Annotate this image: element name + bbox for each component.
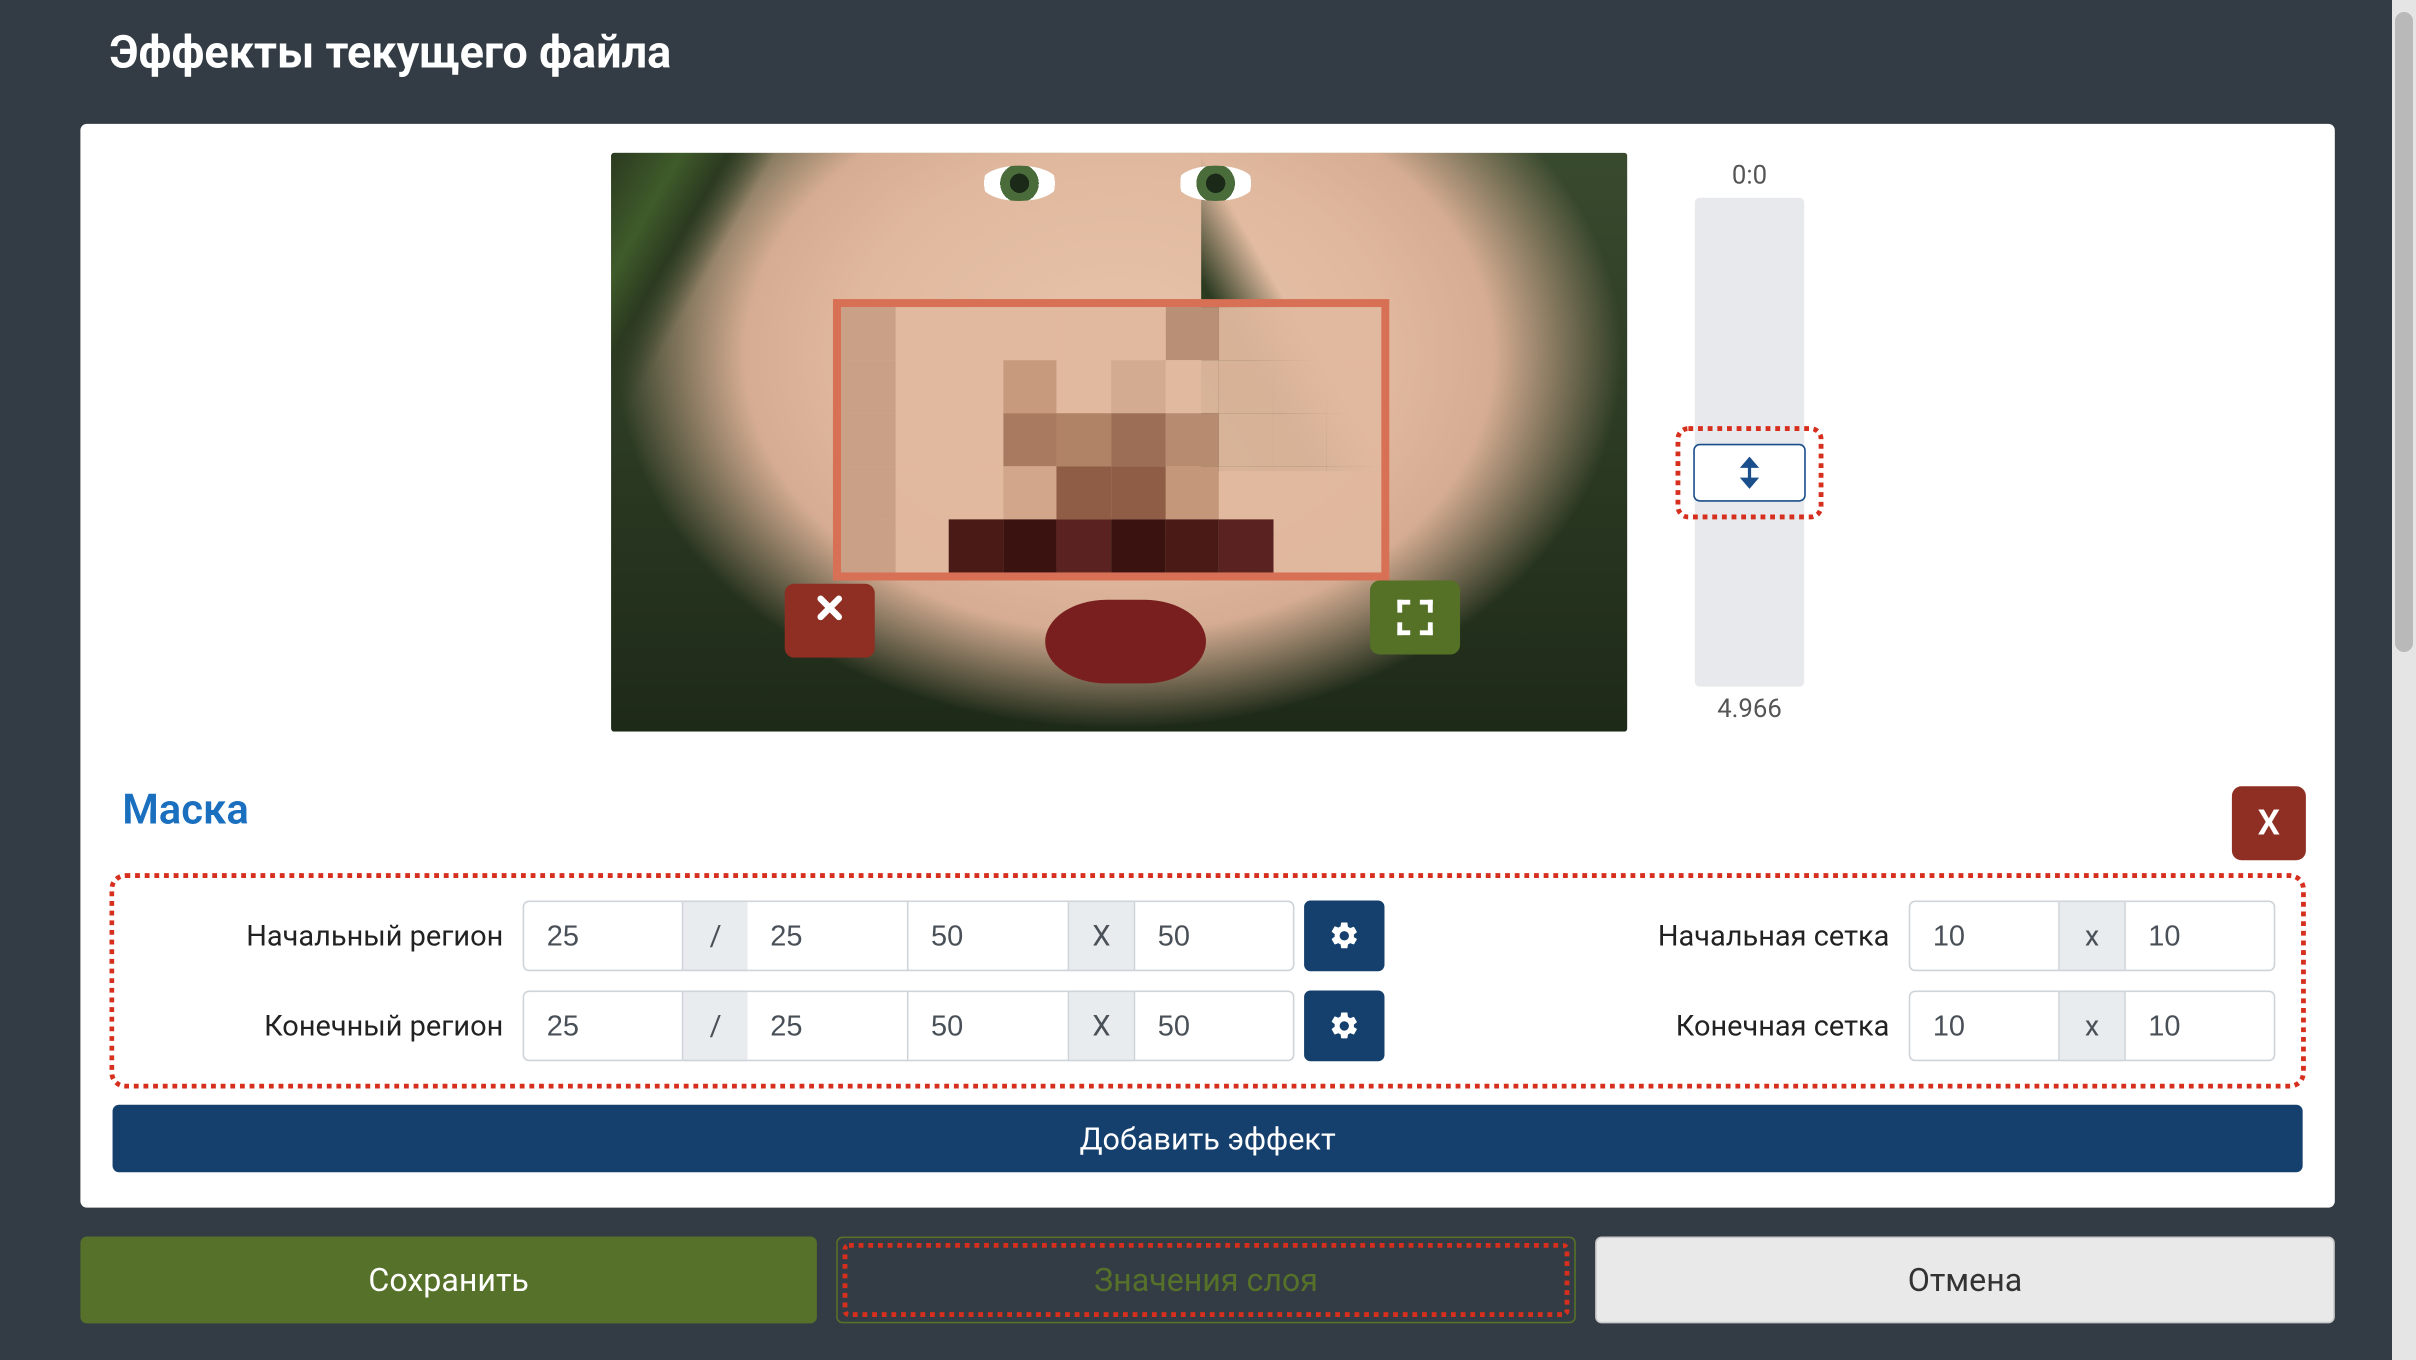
arrows-vertical-icon [1740,457,1759,489]
separator-x-lower: x [2060,900,2124,971]
start-region-x-input[interactable] [523,900,684,971]
page-title: Эффекты текущего файла [0,0,2415,79]
start-region-label: Начальный регион [140,919,523,953]
start-region-settings-button[interactable] [1304,900,1384,971]
end-region-x-input[interactable] [523,991,684,1062]
end-region-label: Конечный регион [140,1009,523,1043]
gear-icon [1328,1010,1360,1042]
expand-selection-button[interactable] [1370,580,1460,654]
effects-panel: 0:0 4.966 Маска X Начальный регион [80,124,2334,1208]
start-region-row: Начальный регион / X [140,900,1385,971]
cancel-button[interactable]: Отмена [1595,1237,2335,1324]
footer-buttons: Сохранить Значения слоя Отмена [80,1237,2334,1324]
end-region-h-input[interactable] [1134,991,1295,1062]
start-region-y-input[interactable] [748,900,909,971]
end-region-row: Конечный регион / X [140,991,1385,1062]
separator-slash: / [683,991,747,1062]
mask-section-title: Маска [109,786,248,834]
start-grid-rows-input[interactable] [2124,900,2275,971]
face-eye-left [981,166,1058,201]
slider-bottom-label: 4.966 [1717,687,1782,732]
separator-x: X [1069,900,1133,971]
vertical-scrollbar[interactable] [2392,0,2416,1360]
end-region-settings-button[interactable] [1304,991,1384,1062]
slider-top-label: 0:0 [1732,153,1767,198]
end-grid-rows-input[interactable] [2124,991,2275,1062]
end-grid-label: Конечная сетка [1536,1009,1909,1043]
separator-slash: / [683,900,747,971]
end-grid-row: Конечная сетка x [1449,991,2276,1062]
end-region-w-input[interactable] [909,991,1070,1062]
separator-x-lower: x [2060,991,2124,1062]
layer-values-button[interactable]: Значения слоя [836,1237,1576,1324]
preview-area [611,153,1627,732]
time-slider-track[interactable] [1695,198,1804,687]
scrollbar-thumb[interactable] [2395,12,2413,652]
close-icon [814,605,846,637]
mask-form-area: Начальный регион / X Начальная сетка [109,873,2306,1088]
add-effect-button[interactable]: Добавить эффект [113,1105,2303,1173]
end-region-y-input[interactable] [748,991,909,1062]
start-region-w-input[interactable] [909,900,1070,971]
expand-icon [1397,600,1432,635]
delete-selection-button[interactable] [785,584,875,658]
start-grid-label: Начальная сетка [1536,919,1909,953]
remove-mask-button[interactable]: X [2232,786,2306,860]
preview-image[interactable] [611,153,1627,732]
gear-icon [1328,920,1360,952]
save-button[interactable]: Сохранить [80,1237,816,1324]
separator-x: X [1069,991,1133,1062]
face-eye-right [1177,166,1254,201]
start-region-h-input[interactable] [1134,900,1295,971]
time-slider-column: 0:0 4.966 [1695,153,1804,732]
start-grid-row: Начальная сетка x [1449,900,2276,971]
end-grid-cols-input[interactable] [1909,991,2060,1062]
start-grid-cols-input[interactable] [1909,900,2060,971]
face-lips [1045,600,1206,684]
mask-selection-box[interactable] [833,299,1389,580]
time-slider-handle[interactable] [1693,444,1806,502]
slider-handle-highlight [1676,426,1824,519]
